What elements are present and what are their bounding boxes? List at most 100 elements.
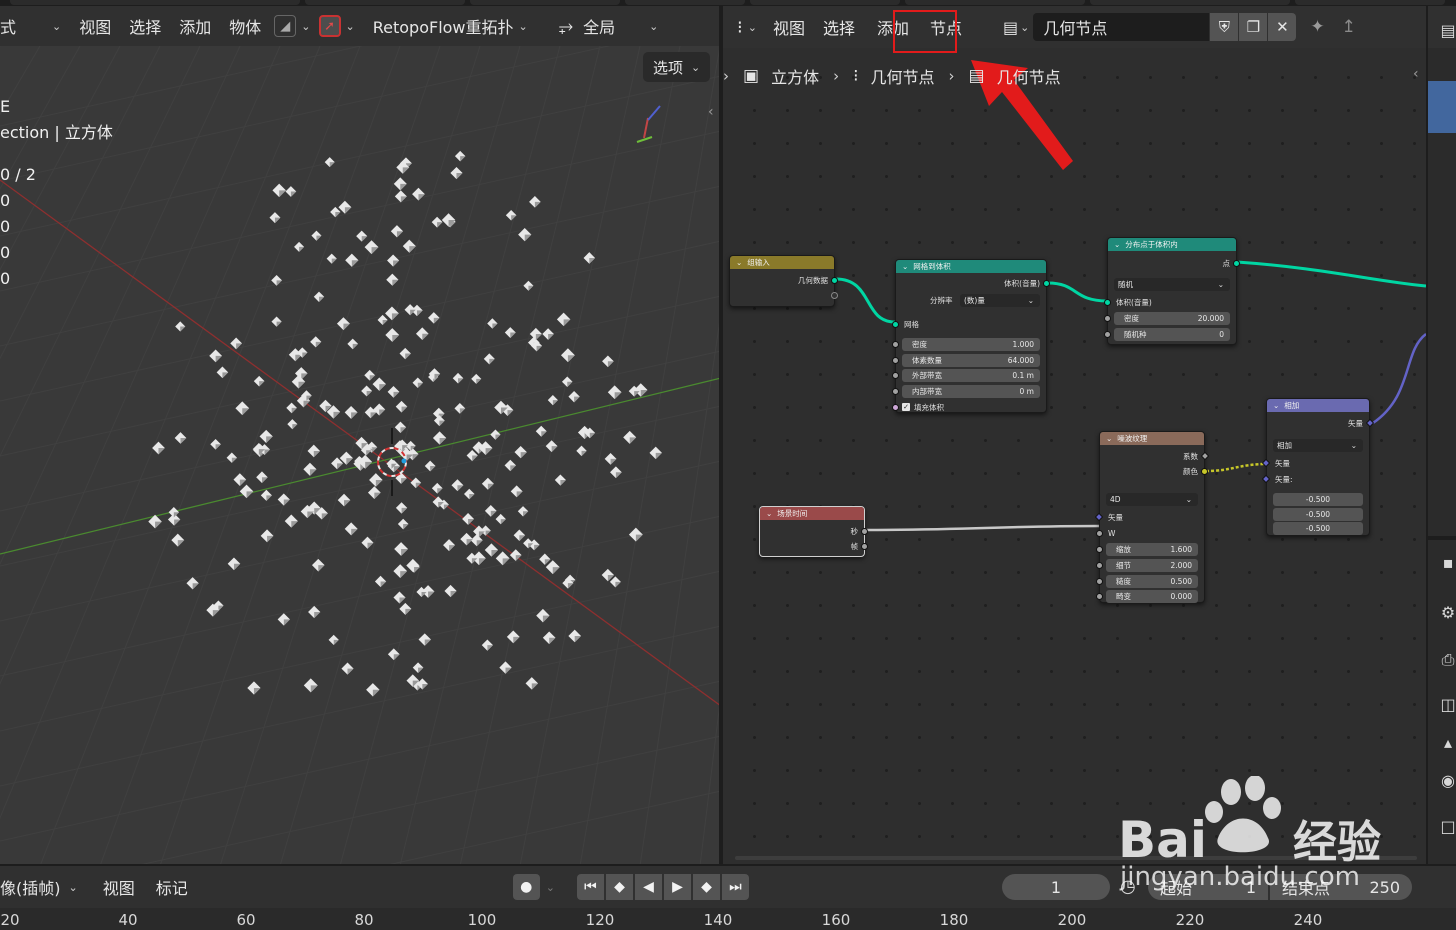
vector-z-field[interactable]: -0.500 <box>1273 522 1363 535</box>
tl-menu-marker[interactable]: 标记 <box>144 867 197 907</box>
input-socket[interactable] <box>1104 299 1111 306</box>
breadcrumb-tree[interactable]: ▤ 几何节点 <box>961 64 1069 88</box>
input-socket[interactable] <box>892 357 899 364</box>
vector-y-field[interactable]: -0.500 <box>1273 508 1363 521</box>
chevron-down-icon[interactable]: ⌄ <box>546 881 555 894</box>
node-noise-texture[interactable]: ⌄ 噪波纹理 系数 颜色 4D ⌄ 矢量 W 缩放 1.600 细节 2.000 糙… <box>1094 431 1210 603</box>
socket-row: 网格 <box>902 317 1040 331</box>
tool-icon[interactable]: ▪ <box>1438 552 1456 572</box>
output-socket[interactable] <box>831 292 838 299</box>
options-button[interactable]: 选项 ⌄ <box>643 52 711 82</box>
grid-line <box>0 680 719 842</box>
collection-icon[interactable]: □ <box>1438 816 1456 836</box>
number-field[interactable]: 畸变 0.000 <box>1106 590 1198 603</box>
input-socket[interactable] <box>1096 530 1103 537</box>
node-scene-time[interactable]: ⌄ 场景时间 秒 帧 <box>759 506 868 557</box>
point-instance <box>326 253 337 264</box>
menu-view[interactable]: 视图 <box>70 6 120 46</box>
gizmo-x-axis <box>643 117 649 139</box>
node-mesh-to-volume[interactable]: ⌄ 网格到体积 体积(音量) 分辨率 (数)量 ⌄ 网格 密度 1.000 体素数… <box>892 259 1050 414</box>
output-socket[interactable] <box>1043 280 1050 287</box>
output-socket[interactable] <box>1201 468 1208 475</box>
mode-dropdown[interactable]: 随机 ⌄ <box>1114 278 1230 291</box>
input-socket[interactable] <box>892 372 899 379</box>
output-socket[interactable] <box>861 528 868 535</box>
number-field[interactable]: 外部带宽 0.1 m <box>902 369 1040 382</box>
input-socket[interactable] <box>892 341 899 348</box>
scene-icon[interactable]: ▴ <box>1438 732 1456 752</box>
number-field[interactable]: 缩放 1.600 <box>1106 543 1198 556</box>
number-field[interactable]: 糙度 0.500 <box>1106 575 1198 588</box>
view-layer-icon[interactable]: ◫ <box>1438 694 1456 714</box>
point-instance <box>395 502 408 514</box>
checkbox-icon[interactable]: ✓ <box>902 403 910 411</box>
number-field[interactable]: 随机种 0 <box>1114 328 1230 341</box>
frame-ruler[interactable]: 20 40 60 80 100 120 140 160 180 200 220 … <box>0 908 1456 930</box>
breadcrumb-object[interactable]: ▣ 立方体 <box>735 64 827 88</box>
transform-orientation[interactable]: ⥅ 全局 ⌄ <box>537 6 668 46</box>
number-field[interactable]: 体素数量 64.000 <box>902 354 1040 367</box>
end-value: 250 <box>1369 877 1400 897</box>
3d-viewport[interactable]: 式 ⌄ 视图 选择 添加 物体 ◢ ⌄ ➚ ⌄ RetopoFlow重拓扑 ⌄ … <box>0 6 721 864</box>
point-instance <box>604 453 617 465</box>
input-socket[interactable] <box>892 404 899 411</box>
snap-toggle[interactable]: ◢ ⌄ <box>270 6 314 46</box>
operation-dropdown[interactable]: 相加 ⌄ <box>1273 439 1363 452</box>
render-icon[interactable]: ⚙ <box>1438 602 1456 622</box>
jump-start-icon[interactable]: ⏮ <box>576 874 604 900</box>
output-socket[interactable] <box>1233 260 1240 267</box>
prev-keyframe-icon[interactable]: ◆ <box>605 874 633 900</box>
number-field[interactable]: 内部带宽 0 m <box>902 385 1040 398</box>
number-field[interactable]: 密度 1.000 <box>902 338 1040 351</box>
point-instance <box>361 385 373 397</box>
output-icon[interactable]: ⎙ <box>1438 650 1456 670</box>
world-icon[interactable]: ◉ <box>1438 770 1456 790</box>
field-value: 2.000 <box>1170 561 1192 570</box>
panel-divider <box>1428 536 1456 540</box>
next-keyframe-icon[interactable]: ◆ <box>692 874 720 900</box>
current-frame-field[interactable]: 1 <box>1002 874 1110 900</box>
point-instance <box>412 662 424 673</box>
play-icon[interactable]: ▶ <box>663 874 691 900</box>
keying-menu[interactable]: 像(插帧) ⌄ <box>0 867 87 907</box>
node-distribute-points[interactable]: ⌄ 分布点于体积内 点 随机 ⌄ 体积(音量) 密度 20.000 随机种 0 <box>1104 237 1240 345</box>
number-field[interactable]: 细节 2.000 <box>1106 559 1198 572</box>
sidebar-toggle-icon[interactable]: ‹ <box>1413 66 1419 82</box>
play-reverse-icon[interactable]: ◀ <box>634 874 662 900</box>
point-instance <box>152 441 165 455</box>
vector-x-field[interactable]: -0.500 <box>1273 493 1363 506</box>
retopoflow-menu[interactable]: RetopoFlow重拓扑 ⌄ <box>359 6 537 46</box>
input-socket[interactable] <box>1096 546 1103 553</box>
point-instance <box>256 471 268 483</box>
editor-type-icon[interactable]: ▤ <box>1438 20 1456 40</box>
menu-select[interactable]: 选择 <box>120 6 170 46</box>
mode-selector[interactable]: 式 ⌄ <box>0 6 70 46</box>
sidebar-toggle-icon[interactable]: ‹ <box>708 104 719 126</box>
input-socket[interactable] <box>892 321 899 328</box>
record-icon[interactable]: ● <box>512 874 540 900</box>
node-group-input[interactable]: ⌄ 组输入 几何数据 <box>729 255 838 307</box>
breadcrumb-modifier[interactable]: ⁝ 几何节点 <box>845 64 942 88</box>
output-socket[interactable] <box>831 277 838 284</box>
menu-add[interactable]: 添加 <box>170 6 220 46</box>
input-socket[interactable] <box>1096 562 1103 569</box>
input-socket[interactable] <box>1096 593 1103 600</box>
proportional-toggle[interactable]: ➚ ⌄ <box>315 6 359 46</box>
input-socket[interactable] <box>1096 578 1103 585</box>
node-vector-math[interactable]: ⌄ 相加 矢量 相加 ⌄ 矢量 矢量: -0.500 -0.500 -0.500 <box>1261 398 1375 536</box>
dimension-dropdown[interactable]: 4D ⌄ <box>1106 493 1198 506</box>
input-socket[interactable] <box>892 388 899 395</box>
properties-editor[interactable]: ▤ ▪ ⚙ ⎙ ◫ ▴ ◉ □ <box>1428 6 1456 864</box>
resolution-dropdown[interactable]: (数)量 ⌄ <box>960 294 1040 307</box>
node-editor[interactable]: ⁝ ⌄ 视图 选择 添加 节点 ▤ ⌄ 几何节点 ⛨ ❐ ✕ ✦ ↥ › ▣ 立… <box>723 6 1426 864</box>
socket-label: 矢量 <box>1348 418 1363 428</box>
menu-object[interactable]: 物体 <box>220 6 270 46</box>
output-socket[interactable] <box>861 543 868 550</box>
jump-end-icon[interactable]: ⏭ <box>721 874 749 900</box>
input-socket[interactable] <box>1104 331 1111 338</box>
number-field[interactable]: 密度 20.000 <box>1114 312 1230 325</box>
tl-menu-view[interactable]: 视图 <box>87 867 144 907</box>
input-socket[interactable] <box>1104 315 1111 322</box>
checkbox-row[interactable]: ✓ 填充体积 <box>902 400 1040 414</box>
socket-row: 颜色 <box>1106 464 1198 478</box>
